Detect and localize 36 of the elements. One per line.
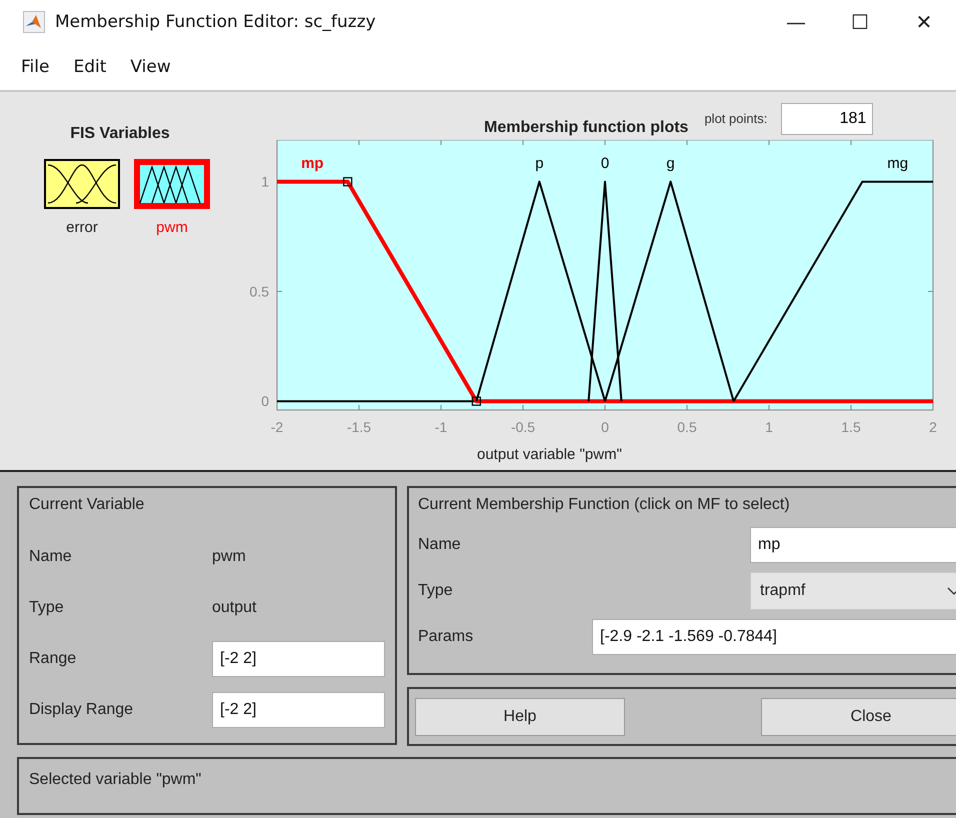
variable-label: error — [66, 219, 98, 236]
curve-label: 0 — [600, 155, 610, 172]
x-tick-label: 2 — [929, 419, 937, 435]
variable-value: pwm — [212, 548, 246, 566]
variable-label: pwm — [156, 219, 188, 236]
x-tick-label: -0.5 — [510, 419, 536, 435]
status-text: Selected variable "pwm" — [29, 771, 202, 788]
x-tick-label: -1.5 — [346, 419, 372, 435]
x-tick-label: -1 — [434, 419, 448, 435]
x-tick-label: 0.5 — [677, 419, 697, 435]
x-tick-label: -2 — [270, 419, 284, 435]
field-label: Type — [418, 582, 454, 600]
field-label: Range — [29, 650, 78, 668]
field-label: Name — [418, 536, 462, 554]
panel-title: Current Variable — [29, 496, 146, 514]
y-tick-label: 0 — [261, 393, 269, 410]
curve-label: p — [535, 155, 544, 172]
y-tick-label: 1 — [261, 174, 269, 190]
field-label: Params — [418, 628, 474, 646]
x-axis-label: output variable "pwm" — [477, 446, 622, 463]
x-tick-label: 1 — [765, 419, 773, 435]
plot-points-label: plot points: — [704, 111, 768, 126]
fis-variables-title: FIS Variables — [70, 125, 170, 143]
curve-label: mp — [301, 155, 324, 172]
field-label: Name — [29, 548, 73, 566]
curve-label: g — [666, 155, 675, 172]
x-tick-label: 1.5 — [841, 419, 861, 435]
y-tick-label: 0.5 — [250, 283, 269, 300]
panel-title: Current Membership Function (click on MF to select) — [418, 496, 791, 514]
plot-title: Membership function plots — [484, 119, 688, 137]
field-label: Display Range — [29, 700, 134, 719]
curve-label: mg — [887, 155, 908, 172]
window-title: Membership Function Editor: sc_fuzzy — [55, 12, 376, 32]
variable-value: output — [212, 599, 256, 618]
field-label: Type — [29, 599, 65, 618]
x-tick-label: 0 — [601, 419, 609, 435]
